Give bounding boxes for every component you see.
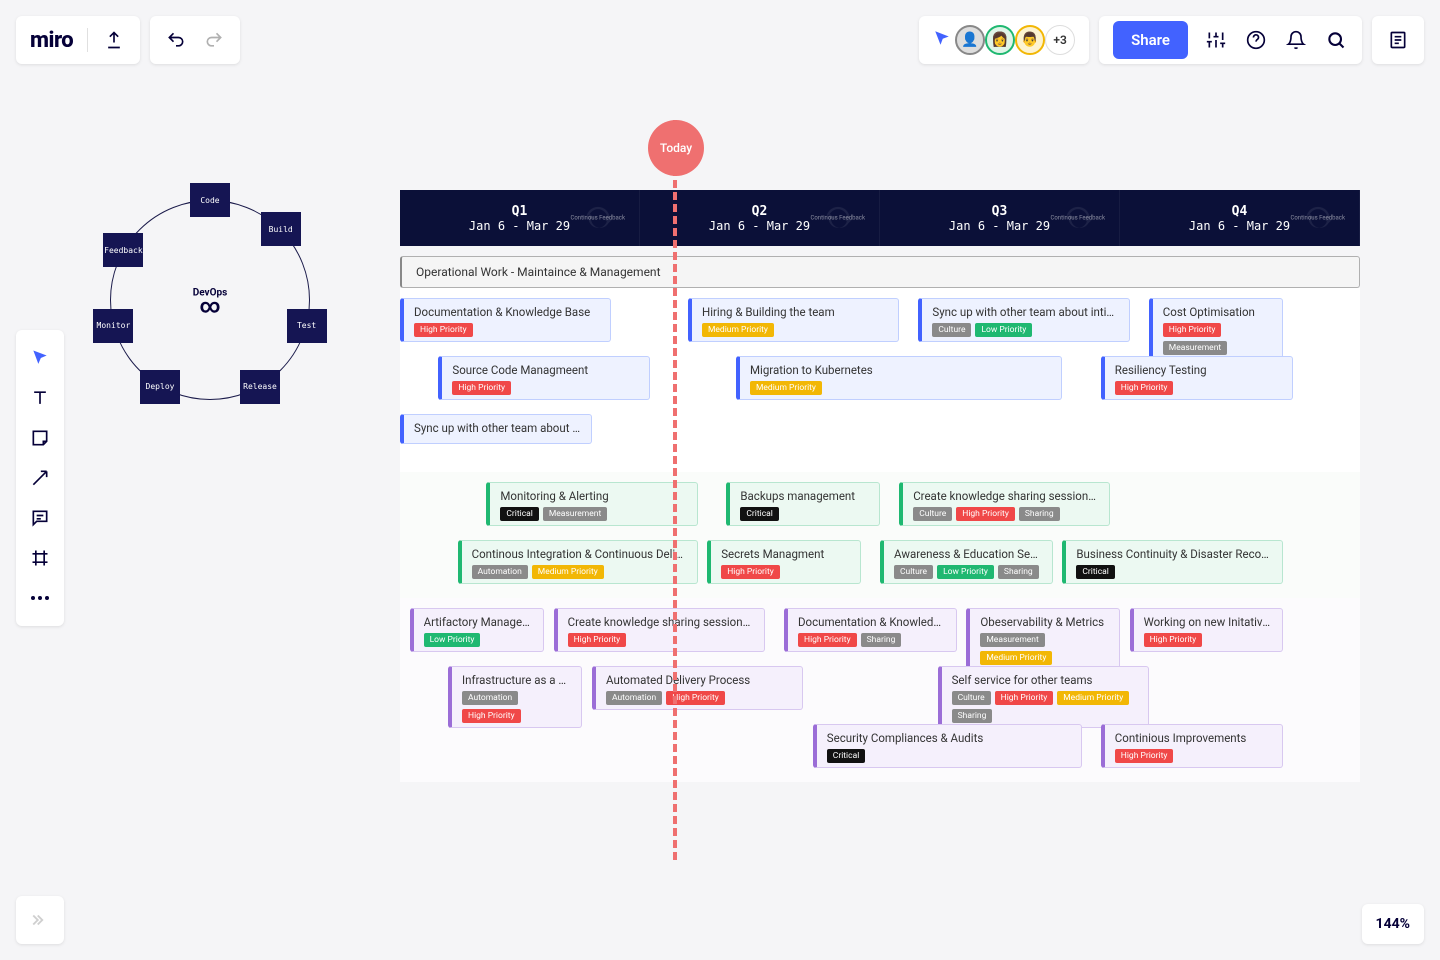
- roadmap-card[interactable]: Working on new Initatives & IdeasHigh Pr…: [1130, 608, 1284, 652]
- roadmap-card[interactable]: Cost OptimisationHigh PriorityMeasuremen…: [1149, 298, 1283, 360]
- roadmap-card[interactable]: Security Compliances & AuditsCritical: [813, 724, 1082, 768]
- cursor-indicator-icon: [933, 29, 951, 51]
- frame-tool[interactable]: [16, 540, 64, 576]
- share-button[interactable]: Share: [1113, 21, 1188, 59]
- roadmap-card[interactable]: Automated Delivery ProcessAutomationHigh…: [592, 666, 803, 710]
- sticky-tool[interactable]: [16, 420, 64, 456]
- avatar[interactable]: 👩: [985, 25, 1015, 55]
- roadmap-card[interactable]: Create knowledge sharing sessions with o…: [899, 482, 1110, 526]
- roadmap-card[interactable]: Self service for other teamsCultureHigh …: [938, 666, 1149, 728]
- quarter-header[interactable]: Q4Jan 6 - Mar 29Continous Feedback: [1120, 190, 1360, 246]
- comment-tool[interactable]: [16, 500, 64, 536]
- redo-icon[interactable]: [202, 28, 226, 52]
- roadmap-card[interactable]: Obeservability & MetricsMeasurementMediu…: [966, 608, 1120, 670]
- devops-node[interactable]: Feedback: [103, 233, 143, 267]
- devops-node[interactable]: Code: [190, 183, 230, 217]
- roadmap-card[interactable]: Monitoring & AlertingCriticalMeasurement: [486, 482, 697, 526]
- avatar[interactable]: 👨: [1015, 25, 1045, 55]
- undo-icon[interactable]: [164, 28, 188, 52]
- zoom-level[interactable]: 144%: [1362, 904, 1424, 944]
- select-tool[interactable]: [16, 340, 64, 376]
- devops-node[interactable]: Release: [240, 370, 280, 404]
- roadmap-card[interactable]: Hiring & Building the teamMedium Priorit…: [688, 298, 899, 342]
- quarter-header[interactable]: Q3Jan 6 - Mar 29Continous Feedback: [880, 190, 1120, 246]
- more-tools-icon[interactable]: [16, 580, 64, 616]
- roadmap-card[interactable]: Infrastructure as a CodeAutomationHigh P…: [448, 666, 582, 728]
- roadmap-card[interactable]: Secrets ManagmentHigh Priority: [707, 540, 861, 584]
- roadmap-card[interactable]: Continious ImprovementsHigh Priority: [1101, 724, 1283, 768]
- arrow-tool[interactable]: [16, 460, 64, 496]
- export-icon[interactable]: [102, 28, 126, 52]
- devops-node[interactable]: Deploy: [140, 370, 180, 404]
- roadmap-card[interactable]: Documentation & Knowledge BaseHigh Prior…: [784, 608, 957, 652]
- devops-node[interactable]: Build: [261, 212, 301, 246]
- devops-diagram[interactable]: DevOps∞ Code Build TestRelease DeployMonito…: [85, 175, 335, 425]
- devops-node[interactable]: Monitor: [93, 309, 133, 343]
- roadmap-card[interactable]: Business Continuity & Disaster RecoveryC…: [1062, 540, 1283, 584]
- lane: Artifactory ManagementLow PriorityCreate…: [400, 598, 1360, 782]
- roadmap-card[interactable]: Resiliency TestingHigh Priority: [1101, 356, 1293, 400]
- miro-logo[interactable]: miro: [30, 28, 73, 53]
- roadmap-card[interactable]: Continous Integration & Continuous Deliv…: [458, 540, 698, 584]
- devops-center: DevOps∞: [193, 288, 228, 313]
- expand-panel-icon[interactable]: [16, 896, 64, 944]
- quarter-header[interactable]: Q2Jan 6 - Mar 29Continous Feedback: [640, 190, 880, 246]
- devops-node[interactable]: Test: [287, 309, 327, 343]
- roadmap-card[interactable]: Sync up with other team about intiatives: [400, 414, 592, 444]
- roadmap-card[interactable]: Source Code ManagmeentHigh Priority: [438, 356, 649, 400]
- overflow-avatars[interactable]: +3: [1045, 25, 1075, 55]
- left-toolbar: [16, 330, 64, 626]
- lane: Documentation & Knowledge BaseHigh Prior…: [400, 288, 1360, 472]
- settings-icon[interactable]: [1204, 28, 1228, 52]
- today-marker[interactable]: Today: [648, 120, 704, 176]
- lane: Monitoring & AlertingCriticalMeasurement…: [400, 472, 1360, 598]
- roadmap-card[interactable]: Backups managementCritical: [726, 482, 880, 526]
- bell-icon[interactable]: [1284, 28, 1308, 52]
- quarter-header[interactable]: Q1Jan 6 - Mar 29Continous Feedback: [400, 190, 640, 246]
- roadmap-card[interactable]: Awareness & Education SesionsCultureLow …: [880, 540, 1053, 584]
- help-icon[interactable]: [1244, 28, 1268, 52]
- roadmap-card[interactable]: Migration to KubernetesMedium Priority: [736, 356, 1062, 400]
- roadmap-board[interactable]: Q1Jan 6 - Mar 29Continous FeedbackQ2Jan …: [400, 190, 1360, 782]
- search-icon[interactable]: [1324, 28, 1348, 52]
- roadmap-card[interactable]: Sync up with other team about intiatives…: [918, 298, 1129, 342]
- operational-row[interactable]: Operational Work - Maintaince & Manageme…: [400, 256, 1360, 288]
- text-tool[interactable]: [16, 380, 64, 416]
- roadmap-card[interactable]: Artifactory ManagementLow Priority: [410, 608, 544, 652]
- notes-icon[interactable]: [1386, 28, 1410, 52]
- avatar[interactable]: 👤: [955, 25, 985, 55]
- roadmap-card[interactable]: Create knowledge sharing sessions with o…: [554, 608, 765, 652]
- roadmap-card[interactable]: Documentation & Knowledge BaseHigh Prior…: [400, 298, 611, 342]
